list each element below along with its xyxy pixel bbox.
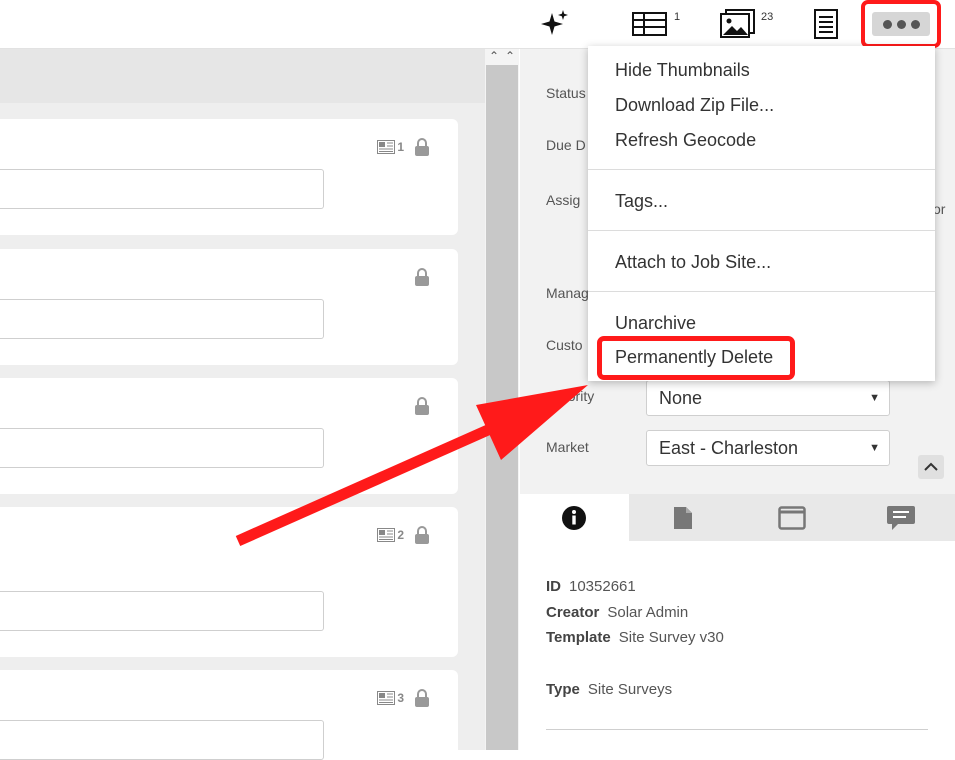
more-dots-icon: [872, 12, 930, 36]
card-icons: [414, 396, 430, 416]
detail-id: ID 10352661: [546, 578, 636, 595]
card-text-field[interactable]: [0, 428, 324, 468]
priority-label: riority: [560, 388, 595, 404]
delete-highlight-box: [597, 336, 795, 380]
chevron-up-icon[interactable]: ⌃: [505, 49, 515, 65]
comment-icon: [886, 505, 915, 530]
detail-type: Type Site Surveys: [546, 681, 672, 698]
type-label: Type: [546, 681, 580, 698]
form-card: [0, 249, 458, 365]
card-text-field[interactable]: [0, 169, 324, 209]
photo-thumbnail-icon: [377, 691, 396, 705]
detail-template: Template Site Survey v30: [546, 629, 724, 646]
photo-count[interactable]: 1: [377, 140, 404, 154]
lock-icon: [415, 138, 429, 156]
id-label: ID: [546, 578, 561, 595]
dropdown-caret-icon: ▼: [869, 392, 880, 404]
tab-document[interactable]: [629, 494, 738, 541]
lock-icon: [415, 526, 429, 544]
menu-item-download-zip[interactable]: Download Zip File...: [615, 95, 774, 116]
detail-tabs: [520, 494, 955, 541]
status-label: Status: [546, 85, 586, 101]
collapse-button[interactable]: [918, 455, 944, 479]
sparkle-button[interactable]: [540, 6, 570, 42]
photo-count-value: 2: [397, 528, 404, 542]
due-date-label: Due D: [546, 137, 586, 153]
chevron-up-icon[interactable]: ⌃: [489, 49, 499, 65]
photo-count[interactable]: 3: [377, 691, 404, 705]
scrollbar[interactable]: ⌃ ⌃: [485, 49, 519, 750]
manager-label: Manag: [546, 285, 589, 301]
photo-thumbnail-icon: [377, 140, 396, 154]
form-card: 2: [0, 507, 458, 657]
lock-icon: [415, 268, 429, 286]
id-value: 10352661: [569, 578, 636, 595]
menu-item-hide-thumbnails[interactable]: Hide Thumbnails: [615, 60, 750, 81]
scroll-up-controls[interactable]: ⌃ ⌃: [485, 49, 519, 65]
menu-divider: [588, 291, 935, 292]
document-icon: [674, 506, 693, 529]
priority-select[interactable]: None ▼: [646, 380, 890, 416]
form-header: [0, 49, 485, 103]
table-view-button[interactable]: [632, 6, 668, 42]
divider: [546, 729, 928, 730]
priority-value: None: [659, 388, 703, 408]
menu-item-tags[interactable]: Tags...: [615, 191, 668, 212]
images-count: 23: [761, 11, 774, 23]
form-card: [0, 378, 458, 494]
photo-count[interactable]: 2: [377, 528, 404, 542]
photo-thumbnail-icon: [377, 528, 396, 542]
tab-info[interactable]: [520, 494, 629, 541]
table-count: 1: [674, 11, 681, 23]
dropdown-caret-icon: ▼: [869, 442, 880, 454]
market-label: Market: [546, 439, 589, 455]
card-text-field[interactable]: [0, 591, 324, 631]
table-icon: [632, 12, 667, 36]
menu-divider: [588, 169, 935, 170]
document-button[interactable]: [813, 6, 839, 42]
card-text-field[interactable]: [0, 720, 324, 760]
market-select[interactable]: East - Charleston ▼: [646, 430, 890, 466]
images-icon: [720, 9, 755, 38]
more-options-button[interactable]: [861, 0, 941, 48]
template-label: Template: [546, 629, 611, 646]
menu-item-attach-job-site[interactable]: Attach to Job Site...: [615, 252, 771, 273]
lock-icon: [415, 397, 429, 415]
form-card: 1: [0, 119, 458, 235]
creator-value: Solar Admin: [607, 604, 689, 621]
card-icons: 1: [377, 137, 430, 157]
document-icon: [814, 9, 838, 39]
more-options-menu: Hide Thumbnails Download Zip File... Ref…: [588, 46, 935, 381]
card-icons: [414, 267, 430, 287]
photo-count-value: 1: [397, 140, 404, 154]
scrollbar-thumb[interactable]: [486, 65, 518, 750]
tab-comments[interactable]: [846, 494, 955, 541]
card-icons: 3: [377, 688, 430, 708]
menu-item-unarchive[interactable]: Unarchive: [615, 313, 696, 334]
market-value: East - Charleston: [659, 438, 799, 458]
form-pane: 1 2 3: [0, 49, 485, 760]
sparkle-icon: [541, 10, 568, 35]
template-value: Site Survey v30: [618, 629, 724, 646]
info-icon: [562, 505, 587, 530]
tab-window[interactable]: [738, 494, 847, 541]
card-icons: 2: [377, 525, 430, 545]
card-text-field[interactable]: [0, 299, 324, 339]
form-card: 3: [0, 670, 458, 760]
photo-count-value: 3: [397, 691, 404, 705]
creator-label: Creator: [546, 604, 600, 621]
chevron-up-icon: [924, 462, 938, 471]
detail-creator: Creator Solar Admin: [546, 604, 688, 621]
assigned-label: Assig: [546, 192, 581, 208]
menu-item-refresh-geocode[interactable]: Refresh Geocode: [615, 130, 756, 151]
top-toolbar: 1 23: [0, 0, 955, 49]
lock-icon: [415, 689, 429, 707]
type-value: Site Surveys: [587, 681, 673, 698]
customer-label: Custo: [546, 337, 583, 353]
images-button[interactable]: [720, 6, 756, 42]
window-icon: [778, 505, 806, 530]
menu-divider: [588, 230, 935, 231]
